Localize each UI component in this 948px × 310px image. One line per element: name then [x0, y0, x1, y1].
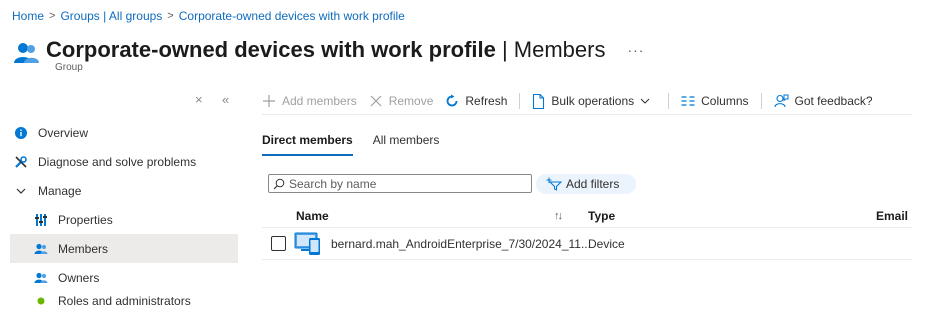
device-icon — [294, 232, 320, 255]
breadcrumb-group[interactable]: Corporate-owned devices with work profil… — [179, 9, 405, 23]
toolbar-underline — [262, 114, 912, 115]
feedback-label: Got feedback? — [794, 94, 873, 108]
member-tabs: Direct members All members — [262, 133, 459, 156]
add-members-button[interactable]: Add members — [262, 94, 357, 108]
page-title: Corporate-owned devices with work profil… — [46, 37, 605, 63]
cell-member-name[interactable]: bernard.mah_AndroidEnterprise_7/30/2024_… — [331, 237, 591, 251]
breadcrumb-groups[interactable]: Groups | All groups — [60, 9, 162, 23]
row-checkbox[interactable] — [271, 236, 286, 251]
sidebar-item-diagnose[interactable]: Diagnose and solve problems — [10, 147, 238, 176]
table-header-row: Name ↑↓ Type Email — [262, 204, 912, 228]
column-header-email[interactable]: Email — [876, 209, 908, 223]
tab-direct-members[interactable]: Direct members — [262, 133, 353, 156]
add-filters-button[interactable]: Add filters — [536, 174, 636, 194]
command-bar: Add members Remove Refresh Bulk operatio… — [262, 90, 912, 112]
page-subtitle: Group — [55, 62, 83, 73]
members-table: Name ↑↓ Type Email bernard.mah_AndroidEn… — [262, 204, 912, 260]
bulk-operations-label: Bulk operations — [551, 94, 635, 108]
breadcrumb-separator-icon: > — [49, 10, 56, 22]
document-icon — [533, 93, 545, 109]
search-icon — [273, 178, 285, 189]
close-icon — [370, 95, 382, 107]
toolbar-divider — [760, 93, 762, 109]
column-header-type[interactable]: Type — [588, 209, 615, 223]
sidebar-item-overview[interactable]: Overview — [10, 118, 238, 147]
sidebar-item-manage[interactable]: Manage — [10, 176, 238, 205]
sidebar-item-label: Members — [58, 241, 109, 256]
sidebar-item-properties[interactable]: Properties — [10, 205, 238, 234]
toolbar-divider — [519, 93, 521, 109]
collapse-sidebar-icon[interactable]: « — [222, 92, 229, 107]
search-box — [268, 174, 532, 193]
sidebar-item-members[interactable]: Members — [10, 234, 238, 263]
sidebar-item-label: Overview — [38, 125, 89, 140]
column-header-name[interactable]: Name — [296, 209, 329, 223]
sidebar-item-label: Roles and administrators — [58, 294, 191, 306]
columns-button[interactable]: Columns — [681, 94, 749, 108]
table-row[interactable]: bernard.mah_AndroidEnterprise_7/30/2024_… — [262, 228, 912, 260]
properties-icon — [34, 213, 48, 227]
chevron-down-icon — [14, 184, 28, 198]
breadcrumb: Home > Groups | All groups > Corporate-o… — [12, 9, 405, 23]
breadcrumb-separator-icon: > — [167, 10, 174, 22]
chevron-down-icon — [640, 98, 650, 104]
page-title-suffix: | Members — [495, 37, 606, 62]
sidebar-item-roles[interactable]: Roles and administrators — [10, 292, 238, 306]
refresh-label: Refresh — [465, 94, 508, 108]
owners-icon — [34, 271, 48, 285]
sidebar: Overview Diagnose and solve problems Man… — [10, 118, 238, 306]
roles-icon — [34, 294, 48, 306]
bulk-operations-button[interactable]: Bulk operations — [532, 93, 656, 109]
wrench-icon — [14, 155, 28, 169]
sort-icon[interactable]: ↑↓ — [554, 210, 563, 222]
more-options-icon[interactable]: ··· — [627, 42, 644, 58]
refresh-icon — [447, 94, 458, 107]
toolbar-divider — [668, 93, 670, 109]
sidebar-item-label: Diagnose and solve problems — [38, 154, 197, 169]
sidebar-item-owners[interactable]: Owners — [10, 263, 238, 292]
cell-member-type: Device — [588, 236, 625, 251]
add-filters-label: Add filters — [566, 177, 620, 191]
filter-icon — [546, 177, 562, 191]
search-input[interactable] — [289, 176, 519, 191]
plus-icon — [263, 95, 275, 107]
remove-label: Remove — [388, 94, 434, 108]
columns-label: Columns — [701, 94, 749, 108]
info-icon — [14, 126, 28, 140]
close-icon[interactable]: × — [195, 92, 203, 107]
page-title-main: Corporate-owned devices with work profil… — [46, 37, 496, 62]
sidebar-item-label: Properties — [58, 212, 113, 227]
group-icon — [14, 43, 39, 63]
refresh-button[interactable]: Refresh — [445, 94, 507, 108]
tab-all-members[interactable]: All members — [373, 133, 440, 156]
columns-icon — [681, 96, 695, 106]
feedback-button[interactable]: Got feedback? — [773, 94, 873, 109]
members-icon — [34, 242, 48, 256]
sidebar-item-label: Manage — [38, 183, 82, 198]
sidebar-item-label: Owners — [58, 270, 100, 285]
feedback-icon — [773, 94, 788, 107]
breadcrumb-home[interactable]: Home — [12, 9, 44, 23]
remove-button[interactable]: Remove — [369, 94, 434, 108]
page-header: Corporate-owned devices with work profil… — [12, 33, 644, 67]
add-members-label: Add members — [282, 94, 357, 108]
